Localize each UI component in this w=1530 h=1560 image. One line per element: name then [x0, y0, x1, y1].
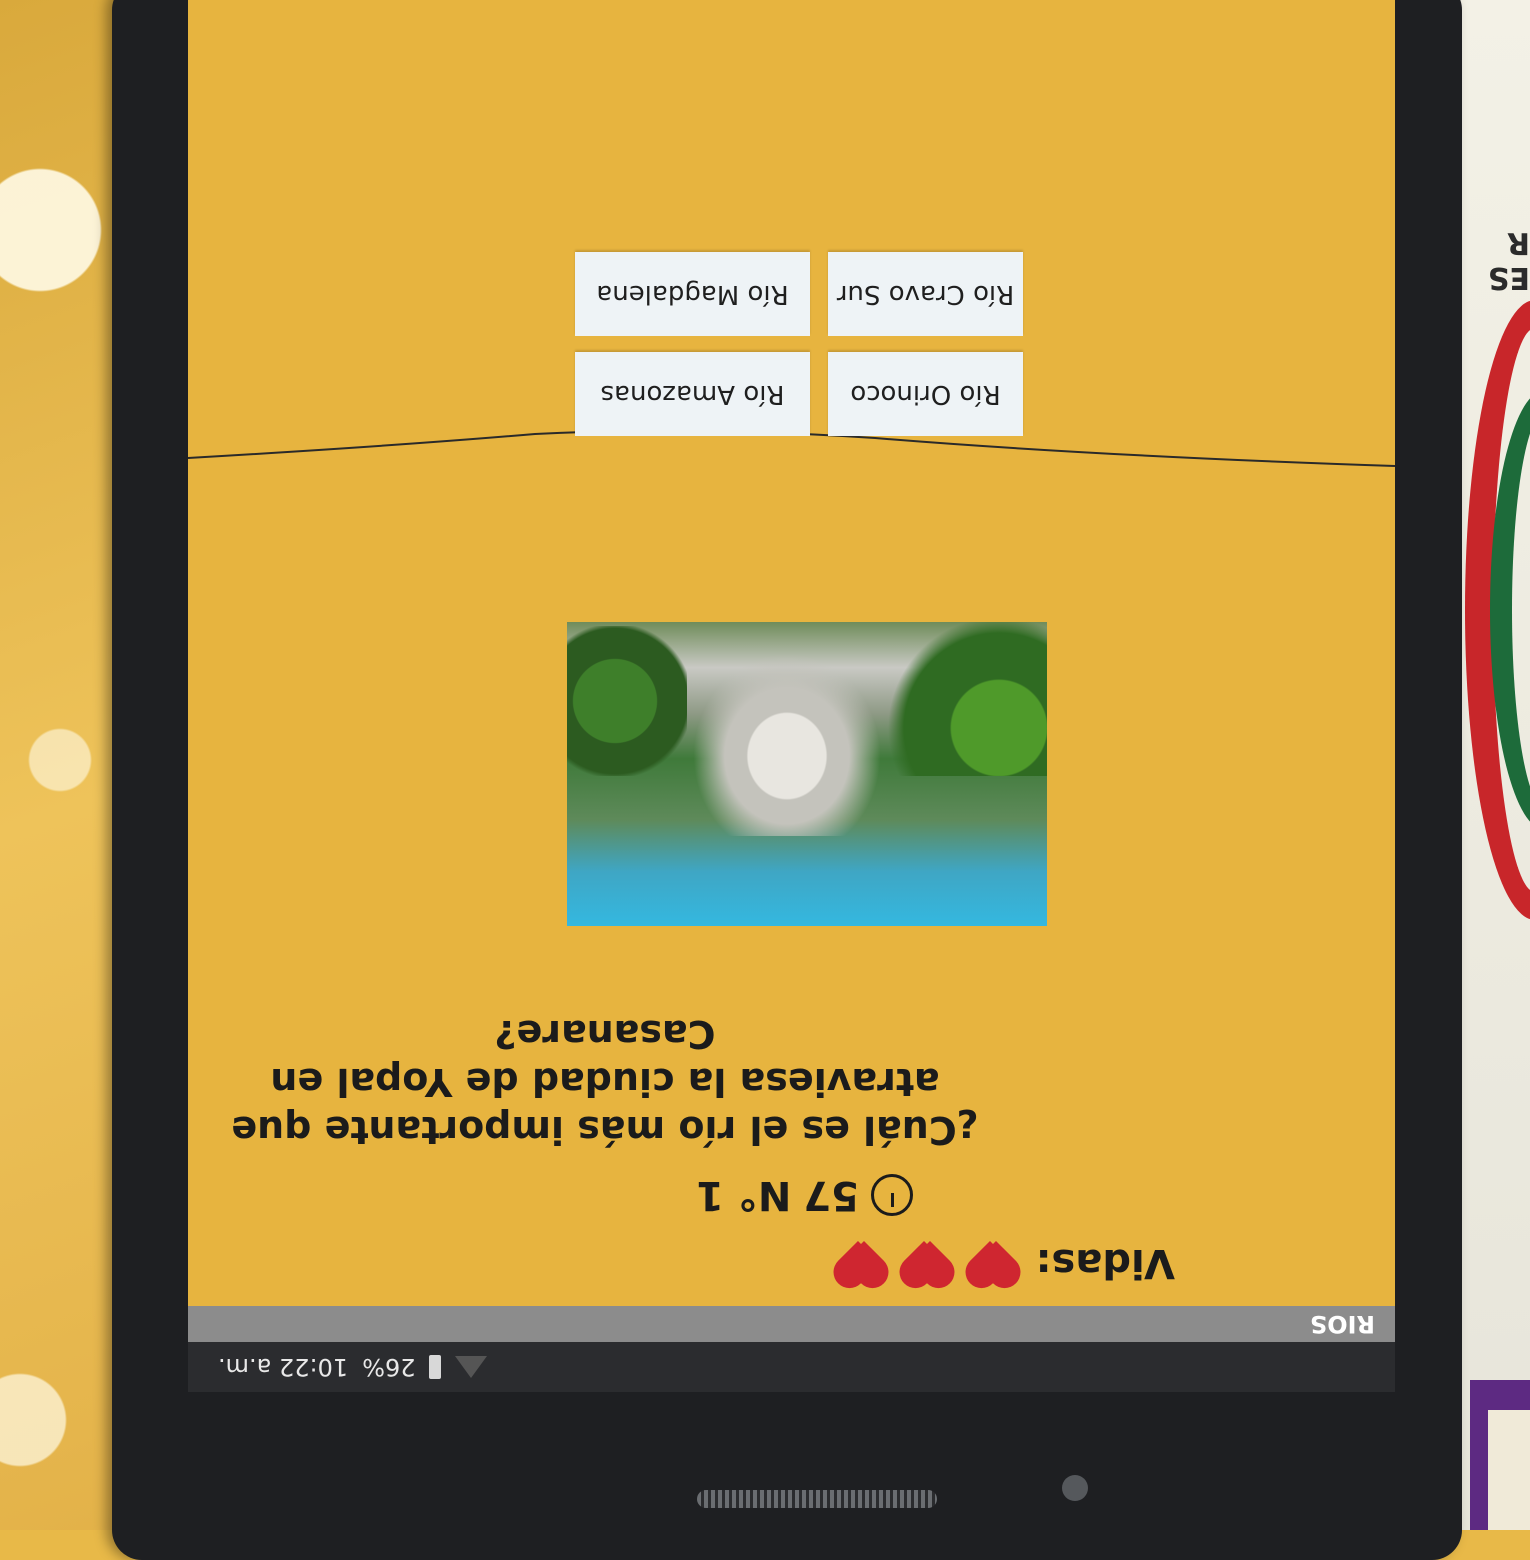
background-poster: ES R [1450, 0, 1530, 1530]
battery-icon [429, 1355, 442, 1379]
speaker-grille [697, 1490, 937, 1508]
alarm-clock-icon [871, 1174, 913, 1216]
answer-button-orinoco[interactable]: Río Orinoco [828, 352, 1023, 436]
timer-row: 57 N° 1 [188, 1172, 913, 1218]
app-title: RIOS [1309, 1310, 1375, 1338]
poster-text: ES R [1487, 225, 1530, 295]
quiz-content: Vidas: 57 N° 1 ¿Cuál es el río más impor… [188, 0, 1395, 1306]
question-text: ¿Cuál es el río más importante que atrav… [231, 1012, 979, 1152]
timer-value: 57 [803, 1172, 859, 1218]
question-number: N° 1 [696, 1172, 792, 1218]
answer-button-cravo-sur[interactable]: Río Cravo Sur [828, 252, 1023, 336]
status-bar: 26% 10:22 a.m. [188, 1342, 1395, 1392]
answer-grid: Río Orinoco Río Amazonas Río Cravo Sur R… [553, 252, 1023, 436]
answer-button-amazonas[interactable]: Río Amazonas [575, 352, 810, 436]
heart-icon [838, 1241, 890, 1285]
wifi-icon [455, 1356, 488, 1378]
heart-icon [904, 1241, 956, 1285]
heart-icon [970, 1241, 1022, 1285]
image-forest-area [567, 626, 687, 776]
poster-purple-inner [1488, 1410, 1530, 1530]
image-forest-area [887, 622, 1047, 776]
lives-row: Vidas: [188, 1240, 1175, 1286]
lives-label: Vidas: [1035, 1240, 1175, 1286]
image-riverbed [677, 636, 897, 836]
tablet-screen: 26% 10:22 a.m. RIOS Vidas: 57 N° 1 ¿Cuál… [188, 0, 1395, 1392]
battery-percent: 26% [362, 1353, 416, 1381]
app-bar: RIOS [188, 1306, 1395, 1342]
answer-button-magdalena[interactable]: Río Magdalena [575, 252, 810, 336]
front-camera [1062, 1475, 1088, 1501]
clock-time: 10:22 a.m. [218, 1353, 349, 1381]
river-aerial-image [567, 622, 1047, 926]
